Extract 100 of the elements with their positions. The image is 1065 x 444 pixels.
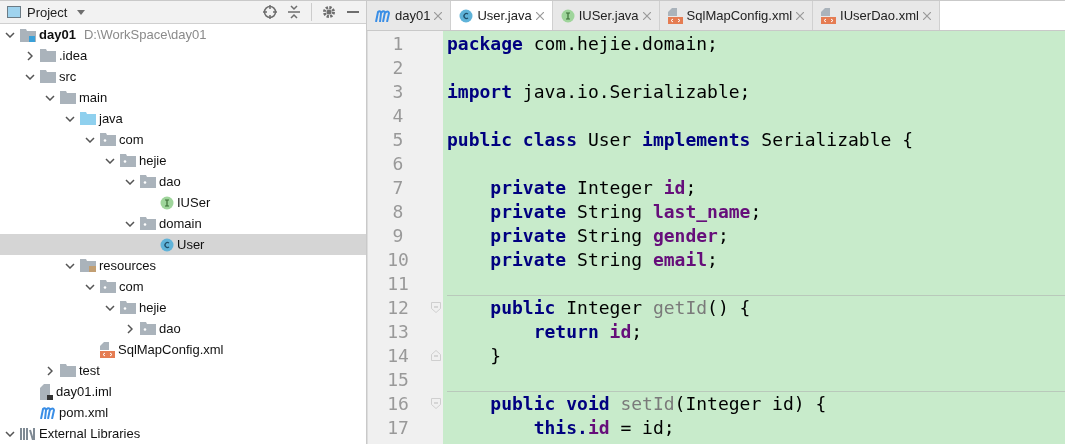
line-number: 7 <box>391 176 405 198</box>
settings-icon[interactable] <box>322 5 336 19</box>
interface-icon <box>160 195 174 210</box>
libraries-icon <box>20 427 36 440</box>
line-number: 8 <box>391 200 405 222</box>
package-icon <box>140 322 156 335</box>
tree-item-label[interactable]: hejie <box>139 153 167 168</box>
tree-item-label[interactable]: dao <box>159 321 181 336</box>
code-line: public void setId(Integer id) { <box>489 392 827 414</box>
code-line: package com.hejie.domain; <box>447 32 718 54</box>
chevron-down-icon[interactable] <box>85 283 95 290</box>
tree-item-label[interactable]: day01.iml <box>56 384 112 399</box>
chevron-down-icon[interactable] <box>5 31 15 38</box>
line-number: 16 <box>386 392 410 414</box>
chevron-right-icon[interactable] <box>47 365 53 376</box>
chevron-down-icon[interactable] <box>85 136 95 143</box>
package-icon <box>100 133 116 146</box>
package-icon <box>140 175 156 188</box>
package-icon <box>120 154 136 167</box>
tree-item-label[interactable]: hejie <box>139 300 167 315</box>
tree-item-label[interactable]: SqlMapConfig.xml <box>118 342 224 357</box>
line-number: 5 <box>391 128 405 150</box>
chevron-down-icon[interactable] <box>5 430 15 437</box>
path-hint: D:\WorkSpace\day01 <box>83 27 207 42</box>
editor-tab[interactable]: day01 <box>367 1 452 30</box>
tree-item-label[interactable]: test <box>79 363 100 378</box>
line-number: 1 <box>391 32 405 54</box>
chevron-right-icon[interactable] <box>127 323 133 334</box>
tree-item-label[interactable]: IUSer <box>177 195 211 210</box>
editor-tab[interactable]: IUserDao.xml <box>813 1 940 30</box>
package-icon <box>100 280 116 293</box>
folder-icon <box>60 364 76 377</box>
chevron-down-icon[interactable] <box>65 262 75 269</box>
line-number: 4 <box>391 104 405 126</box>
line-number: 10 <box>386 248 410 270</box>
tree-item-label[interactable]: java <box>99 111 123 126</box>
line-number: 3 <box>391 80 405 102</box>
line-number: 12 <box>386 296 410 318</box>
xml-file-icon <box>667 7 683 24</box>
code-line: this.id = id; <box>532 416 675 438</box>
interface-icon <box>560 8 575 23</box>
line-number: 6 <box>391 152 405 174</box>
tree-item-label[interactable]: pom.xml <box>59 405 109 420</box>
code-line: private String gender; <box>489 224 729 246</box>
code-line: import java.io.Serializable; <box>447 80 751 102</box>
folder-icon <box>40 49 56 62</box>
folder-icon <box>60 91 76 104</box>
package-icon <box>120 301 136 314</box>
code-line: public Integer getId() { <box>489 296 751 318</box>
chevron-down-icon[interactable] <box>25 73 35 80</box>
tree-item-label[interactable]: .idea <box>59 48 88 63</box>
chevron-down-icon[interactable] <box>125 220 135 227</box>
line-number: 11 <box>386 272 410 294</box>
tree-item-label[interactable]: com <box>119 279 144 294</box>
fold-marker-icon[interactable] <box>430 397 441 409</box>
tree-item-label[interactable]: dao <box>159 174 181 189</box>
tree-item-label[interactable]: day01 <box>39 27 76 42</box>
tree-item-label[interactable]: src <box>59 69 77 84</box>
chevron-down-icon[interactable] <box>65 115 75 122</box>
close-icon[interactable] <box>535 11 544 20</box>
editor-tab[interactable]: SqlMapConfig.xml <box>659 1 814 30</box>
chevron-down-icon[interactable] <box>45 94 55 101</box>
tree-item-label[interactable]: resources <box>99 258 157 273</box>
collapse-icon[interactable] <box>287 5 301 19</box>
folder-icon <box>80 112 96 125</box>
tree-item-label[interactable]: User <box>177 237 205 252</box>
chevron-down-icon[interactable] <box>105 304 115 311</box>
editor-tab[interactable]: IUSer.java <box>552 1 660 30</box>
fold-marker-icon[interactable] <box>430 349 441 361</box>
xml-file-icon <box>821 7 837 24</box>
package-icon <box>140 217 156 230</box>
line-number: 17 <box>386 416 410 438</box>
tree-item-label[interactable]: com <box>119 132 144 147</box>
class-icon <box>160 237 174 252</box>
maven-icon <box>40 406 56 419</box>
code-line: public class User implements Serializable { <box>447 128 913 150</box>
tree-item-label[interactable]: main <box>79 90 108 105</box>
xml-file-icon <box>100 341 115 358</box>
selected-tree-row[interactable]: User <box>0 234 366 255</box>
crosshair-icon[interactable] <box>263 5 277 19</box>
module-folder-icon <box>20 27 36 42</box>
code-line: return id; <box>532 320 643 342</box>
panel-title[interactable]: Project <box>27 4 68 20</box>
dropdown-caret-icon[interactable] <box>77 9 86 15</box>
resources-folder-icon <box>80 258 96 273</box>
line-number: 9 <box>391 224 405 246</box>
tree-item-label[interactable]: domain <box>159 216 202 231</box>
chevron-right-icon[interactable] <box>27 50 33 61</box>
chevron-down-icon[interactable] <box>105 157 115 164</box>
line-number: 15 <box>386 368 410 390</box>
folder-icon <box>40 70 56 83</box>
module-file-icon <box>40 383 53 400</box>
chevron-down-icon[interactable] <box>125 178 135 185</box>
tree-item-label[interactable]: External Libraries <box>39 426 141 441</box>
line-number: 2 <box>391 56 405 78</box>
project-icon <box>7 6 21 18</box>
code-line: private Integer id; <box>489 176 697 198</box>
line-number: 14 <box>386 344 410 366</box>
fold-marker-icon[interactable] <box>430 301 441 313</box>
class-icon <box>459 8 474 23</box>
